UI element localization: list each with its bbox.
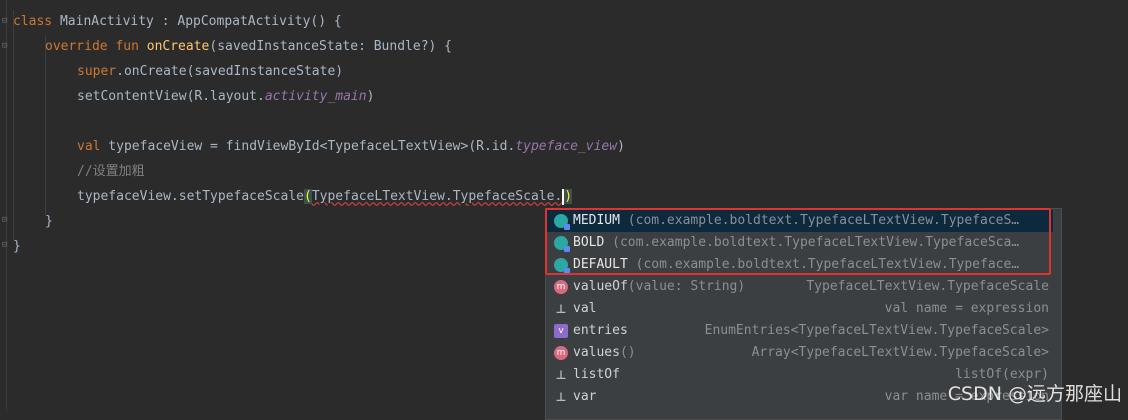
live-template-icon: ⊥ — [555, 368, 567, 382]
fold-icon[interactable]: ⊟ — [2, 17, 11, 26]
fold-icon[interactable]: ⊟ — [2, 42, 11, 51]
code-line-1[interactable]: class MainActivity : AppCompatActivity()… — [13, 9, 342, 34]
fold-icon[interactable]: ⊟ — [2, 241, 11, 250]
fold-icon[interactable]: ⊟ — [2, 216, 11, 225]
code-line-6[interactable]: val typefaceView = findViewById<Typeface… — [77, 134, 625, 159]
annotation-highlight-box — [545, 208, 1051, 275]
live-template-icon: ⊥ — [555, 390, 567, 404]
method-icon: m — [554, 346, 568, 360]
variable-icon: v — [554, 324, 568, 338]
code-line-4[interactable]: setContentView(R.layout.activity_main) — [77, 84, 374, 109]
completion-item-entries[interactable]: v entries EnumEntries<TypefaceLTextView.… — [546, 320, 1061, 342]
code-line-8[interactable]: typefaceView.setTypefaceScale(TypefaceLT… — [77, 184, 573, 209]
indent-guide — [13, 10, 14, 240]
live-template-icon: ⊥ — [555, 302, 567, 316]
indent-guide — [45, 35, 46, 215]
completion-item-values[interactable]: m values() Array<TypefaceLTextView.Typef… — [546, 342, 1061, 364]
code-line-7[interactable]: //设置加粗 — [77, 159, 145, 184]
code-line-10[interactable]: } — [13, 234, 21, 259]
completion-item-valueof[interactable]: m valueOf(value: String) TypefaceLTextVi… — [546, 276, 1061, 298]
code-line-3[interactable]: super.onCreate(savedInstanceState) — [77, 59, 343, 84]
gutter — [6, 0, 7, 411]
code-line-9[interactable]: } — [45, 209, 53, 234]
method-icon: m — [554, 280, 568, 294]
code-line-2[interactable]: override fun onCreate(savedInstanceState… — [45, 34, 452, 59]
watermark: CSDN @远方那座山 — [947, 383, 1122, 405]
completion-item-val[interactable]: ⊥ val val name = expression — [546, 298, 1061, 320]
